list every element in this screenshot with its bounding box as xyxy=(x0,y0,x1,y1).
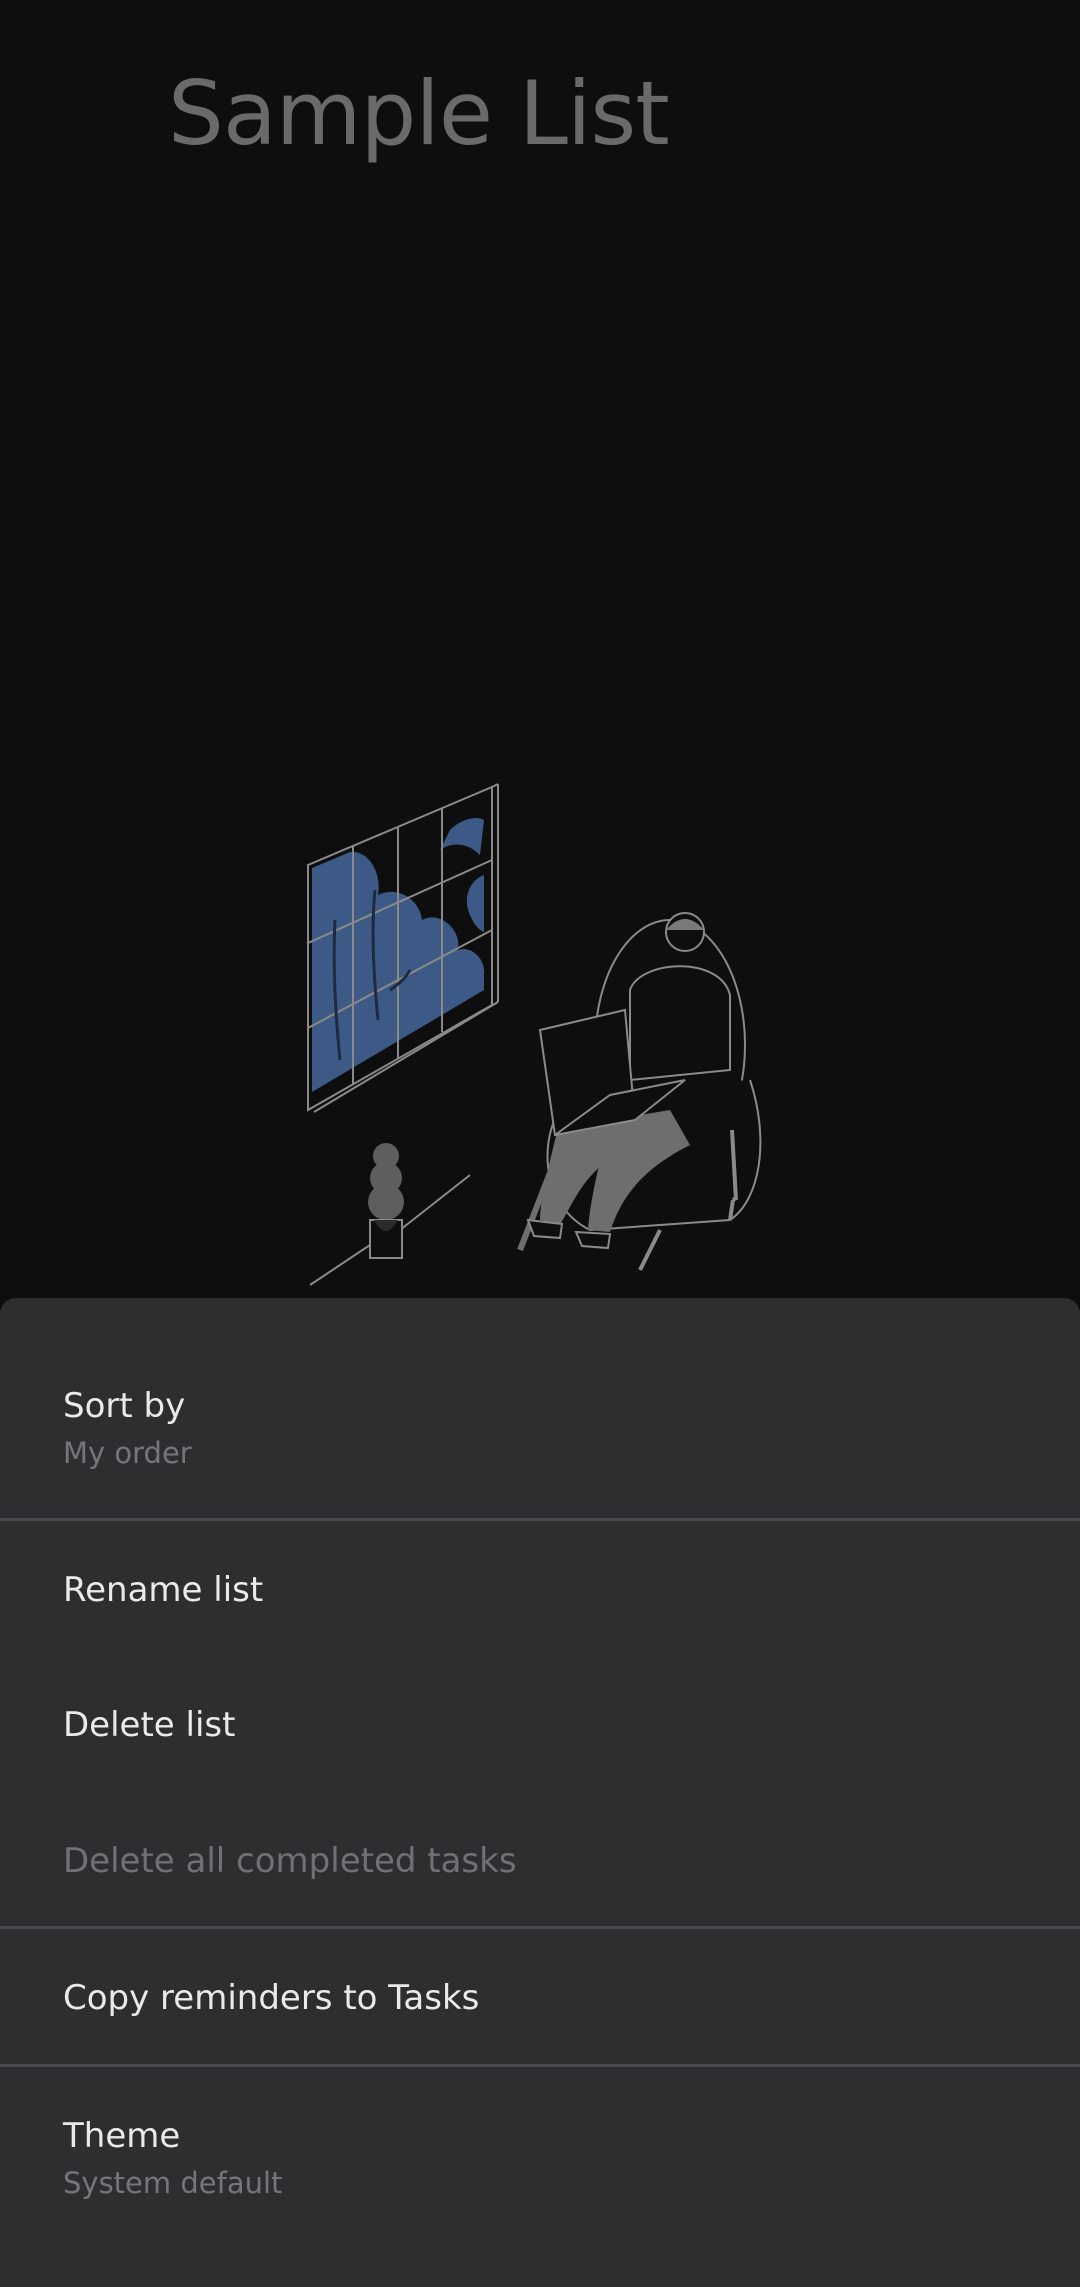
sort-by-value: My order xyxy=(63,1436,192,1470)
window-illustration xyxy=(307,783,499,1113)
divider xyxy=(0,1518,1080,1521)
delete-completed-tasks-label: Delete all completed tasks xyxy=(63,1841,517,1881)
theme-value: System default xyxy=(63,2166,283,2200)
delete-list-option[interactable]: Delete list xyxy=(0,1705,1080,1745)
copy-reminders-label: Copy reminders to Tasks xyxy=(63,1978,480,2018)
person-illustration xyxy=(517,912,762,1271)
app-screen: Sample List Sort by My order Rename list… xyxy=(0,0,1080,2287)
rename-list-label: Rename list xyxy=(63,1570,264,1610)
sort-by-label: Sort by xyxy=(63,1386,186,1426)
delete-list-label: Delete list xyxy=(63,1705,236,1745)
divider xyxy=(0,2064,1080,2067)
theme-label: Theme xyxy=(63,2116,181,2156)
copy-reminders-option[interactable]: Copy reminders to Tasks xyxy=(0,1978,1080,2018)
sort-by-option[interactable]: Sort by My order xyxy=(0,1386,1080,1470)
delete-completed-tasks-option: Delete all completed tasks xyxy=(0,1841,1080,1881)
divider xyxy=(0,1926,1080,1929)
options-bottom-sheet: Sort by My order Rename list Delete list… xyxy=(0,1298,1080,2287)
page-title: Sample List xyxy=(168,62,670,165)
theme-option[interactable]: Theme System default xyxy=(0,2116,1080,2200)
plant-illustration xyxy=(368,1143,404,1259)
rename-list-option[interactable]: Rename list xyxy=(0,1570,1080,1610)
empty-list-illustration xyxy=(307,783,762,1286)
